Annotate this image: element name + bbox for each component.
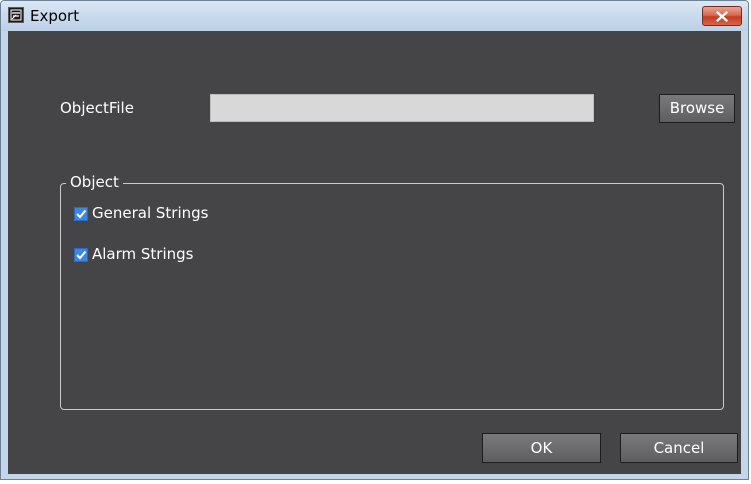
export-dialog: Export ObjectFile Browse Object General … bbox=[0, 0, 749, 480]
dialog-body: ObjectFile Browse Object General Strings… bbox=[8, 31, 741, 474]
close-button[interactable] bbox=[702, 6, 742, 26]
checkmark-icon bbox=[76, 250, 87, 260]
object-file-input[interactable] bbox=[210, 94, 594, 122]
cancel-button[interactable]: Cancel bbox=[620, 433, 738, 463]
object-file-label: ObjectFile bbox=[60, 99, 134, 117]
window-title: Export bbox=[30, 7, 80, 25]
general-strings-checkbox[interactable] bbox=[74, 207, 88, 221]
ok-button[interactable]: OK bbox=[482, 433, 601, 463]
object-group-title: Object bbox=[66, 173, 123, 191]
general-strings-label: General Strings bbox=[92, 204, 209, 222]
browse-button[interactable]: Browse bbox=[659, 94, 735, 123]
alarm-strings-checkbox[interactable] bbox=[74, 248, 88, 262]
close-icon bbox=[716, 11, 728, 22]
alarm-strings-label: Alarm Strings bbox=[92, 245, 194, 263]
title-bar[interactable]: Export bbox=[1, 1, 748, 31]
checkmark-icon bbox=[76, 209, 87, 219]
app-window-icon bbox=[8, 7, 24, 23]
